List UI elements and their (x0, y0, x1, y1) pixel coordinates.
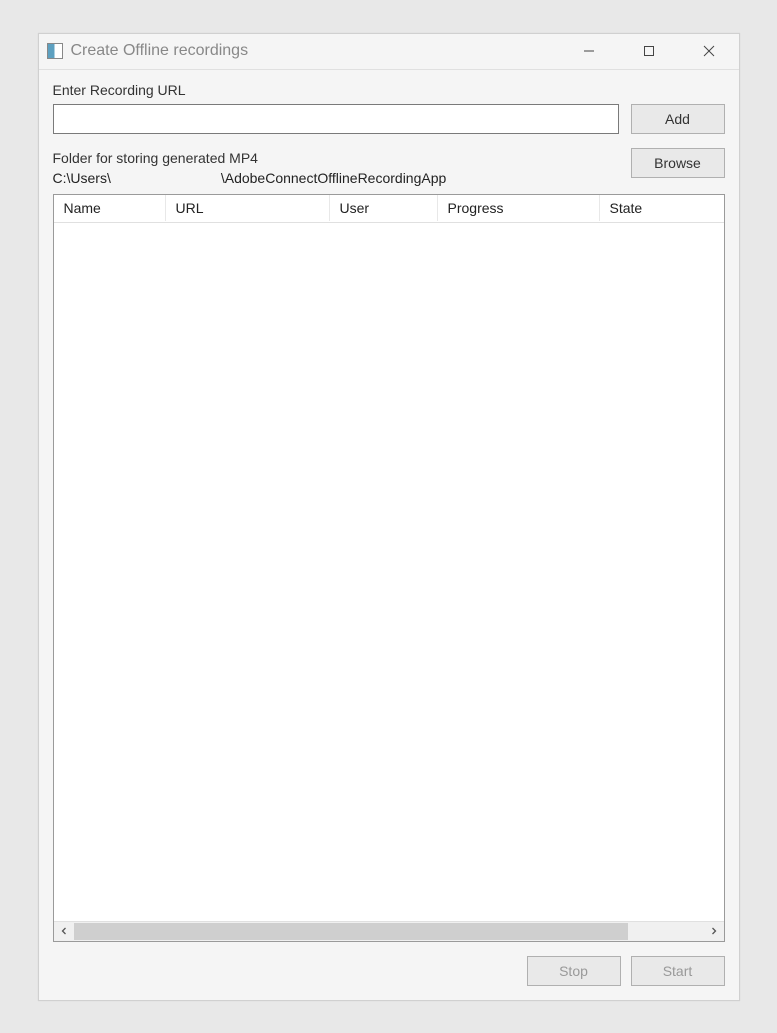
horizontal-scrollbar[interactable] (54, 921, 724, 941)
recording-url-input[interactable] (53, 104, 619, 134)
minimize-button[interactable] (559, 34, 619, 69)
column-header-progress[interactable]: Progress (438, 195, 600, 221)
app-icon (47, 43, 63, 59)
window-controls (559, 34, 739, 69)
start-button[interactable]: Start (631, 956, 725, 986)
folder-section: Folder for storing generated MP4 C:\User… (53, 148, 725, 186)
folder-path: C:\Users\ \AdobeConnectOfflineRecordingAp… (53, 170, 619, 186)
minimize-icon (583, 45, 595, 57)
scroll-left-arrow[interactable] (54, 922, 74, 941)
close-button[interactable] (679, 34, 739, 69)
scroll-thumb[interactable] (74, 923, 628, 940)
column-header-state[interactable]: State (600, 195, 724, 221)
app-window: Create Offline recordings Enter Recordin… (38, 33, 740, 1001)
scroll-track[interactable] (74, 922, 704, 941)
recordings-table: Name URL User Progress State (53, 194, 725, 942)
close-icon (703, 45, 715, 57)
folder-row: Folder for storing generated MP4 C:\User… (53, 148, 725, 186)
folder-text-block: Folder for storing generated MP4 C:\User… (53, 148, 619, 186)
window-title: Create Offline recordings (71, 42, 559, 60)
column-header-url[interactable]: URL (166, 195, 330, 221)
content-area: Enter Recording URL Add Folder for stori… (39, 70, 739, 1000)
footer-buttons: Stop Start (53, 956, 725, 986)
table-body (54, 223, 724, 921)
chevron-left-icon (60, 927, 68, 935)
scroll-right-arrow[interactable] (704, 922, 724, 941)
column-header-name[interactable]: Name (54, 195, 166, 221)
maximize-icon (643, 45, 655, 57)
url-label: Enter Recording URL (53, 82, 725, 98)
url-row: Add (53, 104, 725, 134)
browse-button[interactable]: Browse (631, 148, 725, 178)
folder-path-prefix: C:\Users\ (53, 170, 111, 186)
chevron-right-icon (710, 927, 718, 935)
table-header: Name URL User Progress State (54, 195, 724, 223)
maximize-button[interactable] (619, 34, 679, 69)
add-button[interactable]: Add (631, 104, 725, 134)
titlebar: Create Offline recordings (39, 34, 739, 70)
column-header-user[interactable]: User (330, 195, 438, 221)
folder-label: Folder for storing generated MP4 (53, 150, 619, 166)
folder-path-suffix: \AdobeConnectOfflineRecordingApp (221, 170, 446, 186)
stop-button[interactable]: Stop (527, 956, 621, 986)
